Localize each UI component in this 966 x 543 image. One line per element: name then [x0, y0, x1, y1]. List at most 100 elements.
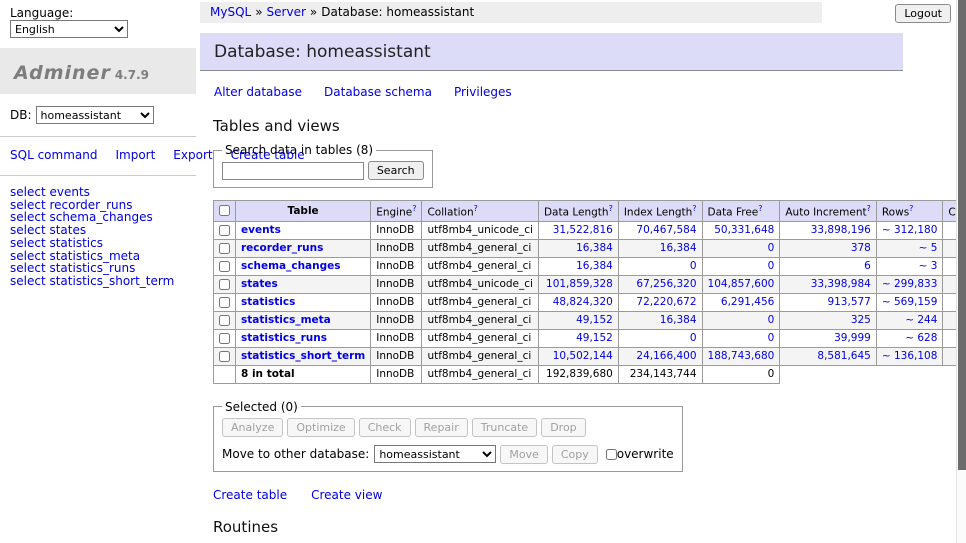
index_length-link[interactable]: 16,384 — [624, 242, 697, 254]
rows-link[interactable]: ~ 569,159 — [882, 296, 938, 308]
language-select[interactable]: English — [10, 20, 128, 38]
rows-link[interactable]: ~ 299,833 — [882, 278, 938, 290]
data_length-link[interactable]: 49,152 — [544, 332, 613, 344]
data_length-link[interactable]: 49,152 — [544, 314, 613, 326]
data_free-link[interactable]: 0 — [708, 260, 775, 272]
index_length-link[interactable]: 70,467,584 — [624, 224, 697, 236]
rows-link[interactable]: ~ 312,180 — [882, 224, 938, 236]
auto_increment-link[interactable]: 913,577 — [785, 296, 871, 308]
data_free-link[interactable]: 0 — [708, 314, 775, 326]
row-checkbox[interactable] — [219, 351, 230, 362]
sidebar-select-link[interactable]: select statistics — [10, 237, 188, 250]
auto-increment-help-link[interactable]: ? — [867, 204, 871, 213]
engine-help-link[interactable]: ? — [412, 204, 416, 213]
index_length-link[interactable]: 16,384 — [624, 314, 697, 326]
index-length-help-link[interactable]: ? — [692, 204, 696, 213]
row-checkbox[interactable] — [219, 243, 230, 254]
select-all-checkbox[interactable] — [219, 205, 230, 216]
cell-data_length: 16,384 — [538, 257, 618, 275]
truncate-button[interactable]: Truncate — [472, 418, 537, 437]
copy-button[interactable]: Copy — [552, 445, 598, 464]
rows-link[interactable]: ~ 136,108 — [882, 350, 938, 362]
vertical-scrollbar[interactable] — [956, 0, 966, 543]
sidebar-select-link[interactable]: select states — [10, 224, 188, 237]
index_length-link[interactable]: 24,166,400 — [624, 350, 697, 362]
repair-button[interactable]: Repair — [415, 418, 468, 437]
data_length-link[interactable]: 48,824,320 — [544, 296, 613, 308]
data_length-link[interactable]: 101,859,328 — [544, 278, 613, 290]
name-link[interactable]: schema_changes — [241, 260, 341, 272]
data_length-link[interactable]: 31,522,816 — [544, 224, 613, 236]
auto_increment-link[interactable]: 6 — [785, 260, 871, 272]
create-table-link[interactable]: Create table — [213, 488, 287, 502]
analyze-button[interactable]: Analyze — [222, 418, 283, 437]
name-link[interactable]: recorder_runs — [241, 242, 323, 254]
index_length-link[interactable]: 72,220,672 — [624, 296, 697, 308]
move-db-select[interactable]: homeassistant — [374, 445, 496, 463]
move-button[interactable]: Move — [500, 445, 548, 464]
auto_increment-link[interactable]: 33,398,984 — [785, 278, 871, 290]
row-checkbox[interactable] — [219, 279, 230, 290]
name-link[interactable]: statistics_meta — [241, 314, 331, 326]
auto_increment-link[interactable]: 8,581,645 — [785, 350, 871, 362]
database-schema-link[interactable]: Database schema — [324, 85, 432, 99]
data_length-link[interactable]: 16,384 — [544, 242, 613, 254]
data-free-help-link[interactable]: ? — [758, 204, 762, 213]
auto_increment-link[interactable]: 33,898,196 — [785, 224, 871, 236]
index_length-link[interactable]: 0 — [624, 332, 697, 344]
data_free-link[interactable]: 104,857,600 — [708, 278, 775, 290]
alter-database-link[interactable]: Alter database — [214, 85, 302, 99]
data_free-link[interactable]: 6,291,456 — [708, 296, 775, 308]
data-length-help-link[interactable]: ? — [609, 204, 613, 213]
row-checkbox[interactable] — [219, 261, 230, 272]
data_free-link[interactable]: 0 — [708, 332, 775, 344]
create-view-link[interactable]: Create view — [311, 488, 382, 502]
breadcrumb-link-mysql[interactable]: MySQL — [210, 5, 251, 19]
name-link[interactable]: events — [241, 224, 281, 236]
index_length-link[interactable]: 67,256,320 — [624, 278, 697, 290]
drop-button[interactable]: Drop — [541, 418, 585, 437]
auto_increment-link[interactable]: 39,999 — [785, 332, 871, 344]
index_length-link[interactable]: 0 — [624, 260, 697, 272]
total-index-length: 234,143,744 — [618, 365, 702, 383]
row-checkbox[interactable] — [219, 297, 230, 308]
data_free-link[interactable]: 50,331,648 — [708, 224, 775, 236]
row-checkbox[interactable] — [219, 315, 230, 326]
rows-help-link[interactable]: ? — [909, 204, 913, 213]
sidebar-link-import[interactable]: Import — [115, 148, 155, 162]
name-link[interactable]: states — [241, 278, 278, 290]
rows-link[interactable]: ~ 3 — [882, 260, 938, 272]
data_free-link[interactable]: 188,743,680 — [708, 350, 775, 362]
rows-link[interactable]: ~ 628 — [882, 332, 938, 344]
rows-link[interactable]: ~ 244 — [882, 314, 938, 326]
sidebar-link-sql-command[interactable]: SQL command — [10, 148, 97, 162]
col-header-auto-increment: Auto Increment? — [780, 201, 877, 222]
search-input[interactable] — [222, 162, 364, 180]
scrollbar-thumb[interactable] — [958, 0, 966, 470]
tables-overview-table: Table Engine? Collation? Data Length? In… — [213, 200, 966, 384]
overwrite-checkbox[interactable] — [606, 449, 617, 460]
db-select[interactable]: homeassistant — [36, 106, 154, 124]
optimize-button[interactable]: Optimize — [287, 418, 354, 437]
row-checkbox[interactable] — [219, 333, 230, 344]
row-checkbox[interactable] — [219, 225, 230, 236]
breadcrumb-link-server[interactable]: Server — [267, 5, 306, 19]
collation-help-link[interactable]: ? — [474, 204, 478, 213]
name-link[interactable]: statistics — [241, 296, 295, 308]
name-link[interactable]: statistics_runs — [241, 332, 327, 344]
auto_increment-link[interactable]: 378 — [785, 242, 871, 254]
overwrite-label[interactable]: overwrite — [617, 447, 674, 461]
check-button[interactable]: Check — [359, 418, 411, 437]
data_length-link[interactable]: 16,384 — [544, 260, 613, 272]
search-button[interactable]: Search — [368, 161, 424, 180]
rows-link[interactable]: ~ 5 — [882, 242, 938, 254]
logout-button[interactable]: Logout — [895, 4, 951, 23]
sidebar-select-link[interactable]: select statistics_short_term — [10, 275, 188, 288]
routines-heading: Routines — [200, 502, 906, 536]
data_length-link[interactable]: 10,502,144 — [544, 350, 613, 362]
privileges-link[interactable]: Privileges — [454, 85, 512, 99]
sidebar-select-link[interactable]: select events — [10, 186, 188, 199]
name-link[interactable]: statistics_short_term — [241, 350, 365, 362]
data_free-link[interactable]: 0 — [708, 242, 775, 254]
auto_increment-link[interactable]: 325 — [785, 314, 871, 326]
